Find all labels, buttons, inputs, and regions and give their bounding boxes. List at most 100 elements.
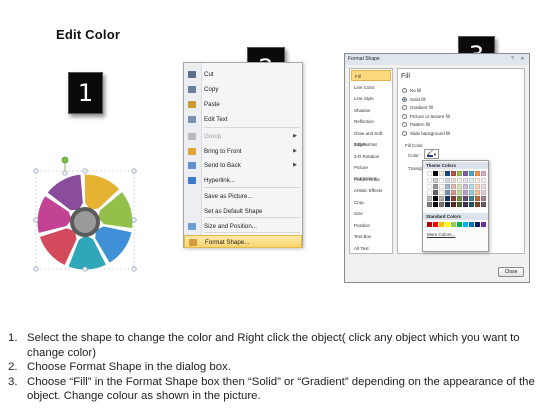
- theme-color-swatch[interactable]: [451, 184, 456, 189]
- resize-handle[interactable]: [82, 168, 88, 174]
- standard-color-swatch[interactable]: [439, 222, 444, 227]
- theme-color-swatch[interactable]: [433, 190, 438, 195]
- theme-color-swatch[interactable]: [457, 171, 462, 176]
- theme-color-swatch[interactable]: [451, 178, 456, 183]
- fill-option-no-fill[interactable]: No fill: [402, 87, 421, 94]
- theme-color-swatch[interactable]: [427, 178, 432, 183]
- menu-item-copy[interactable]: Copy: [184, 83, 302, 96]
- menu-item-save-as-picture[interactable]: Save as Picture...: [184, 190, 302, 203]
- theme-color-swatch[interactable]: [481, 196, 486, 201]
- category-picture-color[interactable]: Picture Color: [351, 174, 391, 185]
- close-button[interactable]: Close: [498, 267, 524, 277]
- theme-color-swatch[interactable]: [451, 196, 456, 201]
- theme-color-swatch[interactable]: [445, 190, 450, 195]
- menu-item-bring-to-front[interactable]: Bring to Front ▶: [184, 145, 302, 158]
- close-icon[interactable]: ✕: [519, 56, 526, 62]
- theme-color-swatch[interactable]: [469, 202, 474, 207]
- rotation-handle[interactable]: [61, 156, 69, 164]
- menu-item-format-shape[interactable]: Format Shape...: [184, 235, 302, 248]
- theme-color-swatch[interactable]: [457, 196, 462, 201]
- theme-color-swatch[interactable]: [427, 171, 432, 176]
- fill-option-slide-background-fill[interactable]: Slide background fill: [402, 130, 450, 137]
- radio-button[interactable]: [402, 130, 407, 136]
- category-3-d-format[interactable]: 3-D Format: [351, 139, 391, 150]
- resize-handle[interactable]: [33, 168, 39, 174]
- standard-color-swatch[interactable]: [427, 222, 432, 227]
- theme-color-swatch[interactable]: [463, 184, 468, 189]
- category-3-d-rotation[interactable]: 3-D Rotation: [351, 151, 391, 162]
- resize-handle[interactable]: [33, 266, 39, 272]
- category-size[interactable]: Size: [351, 208, 391, 219]
- menu-item-cut[interactable]: Cut: [184, 68, 302, 81]
- theme-color-swatch[interactable]: [481, 190, 486, 195]
- theme-color-swatch[interactable]: [433, 184, 438, 189]
- theme-color-swatch[interactable]: [475, 171, 480, 176]
- theme-color-swatch[interactable]: [463, 190, 468, 195]
- radio-button[interactable]: [402, 122, 407, 128]
- theme-color-swatch[interactable]: [481, 202, 486, 207]
- resize-handle[interactable]: [131, 266, 137, 272]
- resize-handle[interactable]: [62, 170, 68, 176]
- theme-color-swatch[interactable]: [451, 202, 456, 207]
- theme-color-swatch[interactable]: [469, 171, 474, 176]
- radio-button[interactable]: [402, 88, 407, 94]
- category-picture-corrections[interactable]: Picture Corrections: [351, 162, 391, 181]
- resize-handle[interactable]: [131, 217, 137, 223]
- standard-color-swatch[interactable]: [481, 222, 486, 227]
- theme-color-swatch[interactable]: [439, 196, 444, 201]
- theme-color-swatch[interactable]: [475, 184, 480, 189]
- resize-handle[interactable]: [33, 217, 39, 223]
- theme-color-swatch[interactable]: [463, 202, 468, 207]
- category-fill[interactable]: Fill: [351, 70, 391, 81]
- theme-color-swatch[interactable]: [451, 171, 456, 176]
- category-line-color[interactable]: Line Color: [351, 82, 391, 93]
- theme-color-swatch[interactable]: [457, 202, 462, 207]
- category-artistic-effects[interactable]: Artistic Effects: [351, 185, 391, 196]
- theme-color-swatch[interactable]: [463, 178, 468, 183]
- theme-color-swatch[interactable]: [463, 171, 468, 176]
- radio-button[interactable]: [402, 96, 407, 102]
- standard-color-swatch[interactable]: [445, 222, 450, 227]
- resize-handle[interactable]: [82, 266, 88, 272]
- theme-color-swatch[interactable]: [439, 171, 444, 176]
- category-reflection[interactable]: Reflection: [351, 116, 391, 127]
- theme-color-swatch[interactable]: [445, 171, 450, 176]
- theme-color-swatch[interactable]: [445, 202, 450, 207]
- theme-color-swatch[interactable]: [427, 190, 432, 195]
- category-position[interactable]: Position: [351, 220, 391, 231]
- category-alt-text[interactable]: Alt Text: [351, 243, 391, 254]
- theme-color-swatch[interactable]: [433, 202, 438, 207]
- standard-color-swatch[interactable]: [469, 222, 474, 227]
- theme-color-swatch[interactable]: [445, 178, 450, 183]
- theme-color-swatch[interactable]: [481, 178, 486, 183]
- theme-color-swatch[interactable]: [475, 190, 480, 195]
- fill-option-pattern-fill[interactable]: Pattern fill: [402, 121, 430, 128]
- theme-color-swatch[interactable]: [427, 184, 432, 189]
- theme-color-swatch[interactable]: [445, 184, 450, 189]
- color-wheel-diagram[interactable]: [20, 155, 150, 285]
- menu-item-edit-text[interactable]: Edit Text: [184, 113, 302, 126]
- theme-color-swatch[interactable]: [457, 190, 462, 195]
- theme-color-swatch[interactable]: [445, 196, 450, 201]
- theme-color-swatch[interactable]: [469, 190, 474, 195]
- theme-color-swatch[interactable]: [433, 196, 438, 201]
- category-glow-and-soft-edges[interactable]: Glow and Soft Edges: [351, 128, 391, 147]
- standard-color-swatch[interactable]: [457, 222, 462, 227]
- theme-color-swatch[interactable]: [433, 171, 438, 176]
- theme-color-swatch[interactable]: [439, 184, 444, 189]
- standard-color-swatch[interactable]: [475, 222, 480, 227]
- theme-color-swatch[interactable]: [475, 196, 480, 201]
- radio-button[interactable]: [402, 105, 407, 111]
- theme-color-swatch[interactable]: [475, 178, 480, 183]
- standard-color-swatch[interactable]: [451, 222, 456, 227]
- theme-color-swatch[interactable]: [427, 196, 432, 201]
- color-picker-button[interactable]: 🖌 ▼: [424, 149, 439, 159]
- theme-color-swatch[interactable]: [457, 184, 462, 189]
- theme-color-swatch[interactable]: [469, 184, 474, 189]
- fill-option-gradient-fill[interactable]: Gradient fill: [402, 104, 433, 111]
- theme-color-swatch[interactable]: [433, 178, 438, 183]
- theme-color-swatch[interactable]: [451, 190, 456, 195]
- standard-color-swatch[interactable]: [463, 222, 468, 227]
- theme-color-swatch[interactable]: [439, 202, 444, 207]
- menu-item-hyperlink[interactable]: Hyperlink...: [184, 174, 302, 187]
